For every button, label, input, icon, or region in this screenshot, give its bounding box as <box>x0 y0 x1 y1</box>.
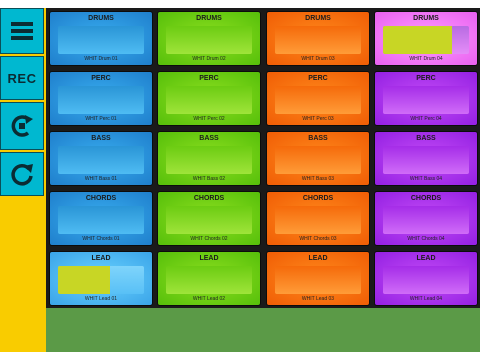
pad-display <box>275 146 361 174</box>
pad-sample-name: WHIT Perc 03 <box>302 116 334 122</box>
pad-2-2[interactable]: PERC WHIT Perc 02 <box>157 71 261 126</box>
pad-3-2[interactable]: BASS WHIT Bass 02 <box>157 131 261 186</box>
pad-title: LEAD <box>308 255 328 262</box>
pad-display <box>166 206 252 234</box>
pad-display <box>383 146 469 174</box>
pad-sample-name: WHIT Bass 01 <box>84 176 118 182</box>
loop-button[interactable] <box>0 102 44 150</box>
pad-title: DRUMS <box>413 15 439 22</box>
pad-display <box>275 86 361 114</box>
pad-display <box>166 146 252 174</box>
pad-1-1[interactable]: DRUMS WHIT Drum 01 <box>49 11 153 66</box>
pad-display <box>166 266 252 294</box>
pad-display <box>383 26 469 54</box>
record-button[interactable]: REC <box>0 56 44 100</box>
pad-title: CHORDS <box>410 195 442 202</box>
pad-title: LEAD <box>199 255 219 262</box>
pad-title: LEAD <box>91 255 111 262</box>
pad-title: BASS <box>416 135 436 142</box>
pad-sample-name: WHIT Perc 01 <box>85 116 117 122</box>
pad-sample-name: WHIT Chords 04 <box>407 236 445 242</box>
pad-1-3[interactable]: DRUMS WHIT Drum 03 <box>266 11 370 66</box>
pad-display <box>58 266 144 294</box>
menu-button[interactable] <box>0 8 44 54</box>
pad-sample-name: WHIT Bass 02 <box>192 176 226 182</box>
pad-display <box>58 86 144 114</box>
pad-5-4[interactable]: LEAD WHIT Lead 04 <box>374 251 478 306</box>
pad-sample-name: WHIT Drum 01 <box>84 56 118 62</box>
pad-4-4[interactable]: CHORDS WHIT Chords 04 <box>374 191 478 246</box>
pad-title: PERC <box>91 75 111 82</box>
pad-3-1[interactable]: BASS WHIT Bass 01 <box>49 131 153 186</box>
pad-sample-name: WHIT Bass 04 <box>409 176 443 182</box>
pad-progress-fill <box>383 26 452 54</box>
pad-display <box>58 206 144 234</box>
pad-sample-name: WHIT Lead 02 <box>192 296 226 302</box>
pad-title: DRUMS <box>196 15 222 22</box>
menu-icon <box>11 22 33 40</box>
pad-display <box>383 86 469 114</box>
pad-1-2[interactable]: DRUMS WHIT Drum 02 <box>157 11 261 66</box>
record-label: REC <box>7 70 37 86</box>
pad-sample-name: WHIT Lead 03 <box>301 296 335 302</box>
pad-1-4[interactable]: DRUMS WHIT Drum 04 <box>374 11 478 66</box>
pad-sample-name: WHIT Drum 03 <box>301 56 335 62</box>
pad-2-3[interactable]: PERC WHIT Perc 03 <box>266 71 370 126</box>
pad-5-2[interactable]: LEAD WHIT Lead 02 <box>157 251 261 306</box>
pad-display <box>58 146 144 174</box>
pad-display <box>58 26 144 54</box>
pad-2-4[interactable]: PERC WHIT Perc 04 <box>374 71 478 126</box>
pad-display <box>166 86 252 114</box>
sidebar: REC <box>0 8 46 352</box>
pad-3-3[interactable]: BASS WHIT Bass 03 <box>266 131 370 186</box>
pad-title: PERC <box>199 75 219 82</box>
pad-3-4[interactable]: BASS WHIT Bass 04 <box>374 131 478 186</box>
pad-display <box>275 26 361 54</box>
pad-display <box>275 266 361 294</box>
pad-area: DRUMS WHIT Drum 01 DRUMS WHIT Drum 02 DRUMS W… <box>46 8 480 352</box>
pad-title: DRUMS <box>305 15 331 22</box>
pad-title: CHORDS <box>193 195 225 202</box>
pad-5-3[interactable]: LEAD WHIT Lead 03 <box>266 251 370 306</box>
pad-4-1[interactable]: CHORDS WHIT Chords 01 <box>49 191 153 246</box>
pad-title: DRUMS <box>88 15 114 22</box>
pad-title: LEAD <box>416 255 436 262</box>
pad-5-1[interactable]: LEAD WHIT Lead 01 <box>49 251 153 306</box>
pad-sample-name: WHIT Chords 02 <box>190 236 228 242</box>
pad-sample-name: WHIT Drum 04 <box>409 56 443 62</box>
pad-2-1[interactable]: PERC WHIT Perc 01 <box>49 71 153 126</box>
pad-grid: DRUMS WHIT Drum 01 DRUMS WHIT Drum 02 DRUMS W… <box>46 8 480 308</box>
pad-sample-name: WHIT Chords 01 <box>82 236 120 242</box>
pad-display <box>275 206 361 234</box>
pad-title: BASS <box>308 135 328 142</box>
app-window: REC DRUMS WHIT Drum 01 DRUMS WHIT Drum 02 DR… <box>0 0 480 360</box>
redo-icon <box>11 164 33 186</box>
pad-sample-name: WHIT Lead 04 <box>409 296 443 302</box>
pad-progress-fill <box>58 266 110 294</box>
pad-title: BASS <box>91 135 111 142</box>
loop-icon <box>11 115 33 137</box>
pad-4-3[interactable]: CHORDS WHIT Chords 03 <box>266 191 370 246</box>
redo-button[interactable] <box>0 152 44 196</box>
pad-4-2[interactable]: CHORDS WHIT Chords 02 <box>157 191 261 246</box>
pad-title: PERC <box>416 75 436 82</box>
pad-title: CHORDS <box>85 195 117 202</box>
pad-sample-name: WHIT Lead 01 <box>84 296 118 302</box>
pad-display <box>383 266 469 294</box>
pad-sample-name: WHIT Perc 02 <box>193 116 225 122</box>
pad-title: BASS <box>199 135 219 142</box>
pad-sample-name: WHIT Bass 03 <box>301 176 335 182</box>
pad-sample-name: WHIT Drum 02 <box>192 56 226 62</box>
pad-sample-name: WHIT Perc 04 <box>410 116 442 122</box>
pad-title: PERC <box>308 75 328 82</box>
pad-display <box>383 206 469 234</box>
pad-sample-name: WHIT Chords 03 <box>299 236 337 242</box>
pad-title: CHORDS <box>302 195 334 202</box>
pad-display <box>166 26 252 54</box>
